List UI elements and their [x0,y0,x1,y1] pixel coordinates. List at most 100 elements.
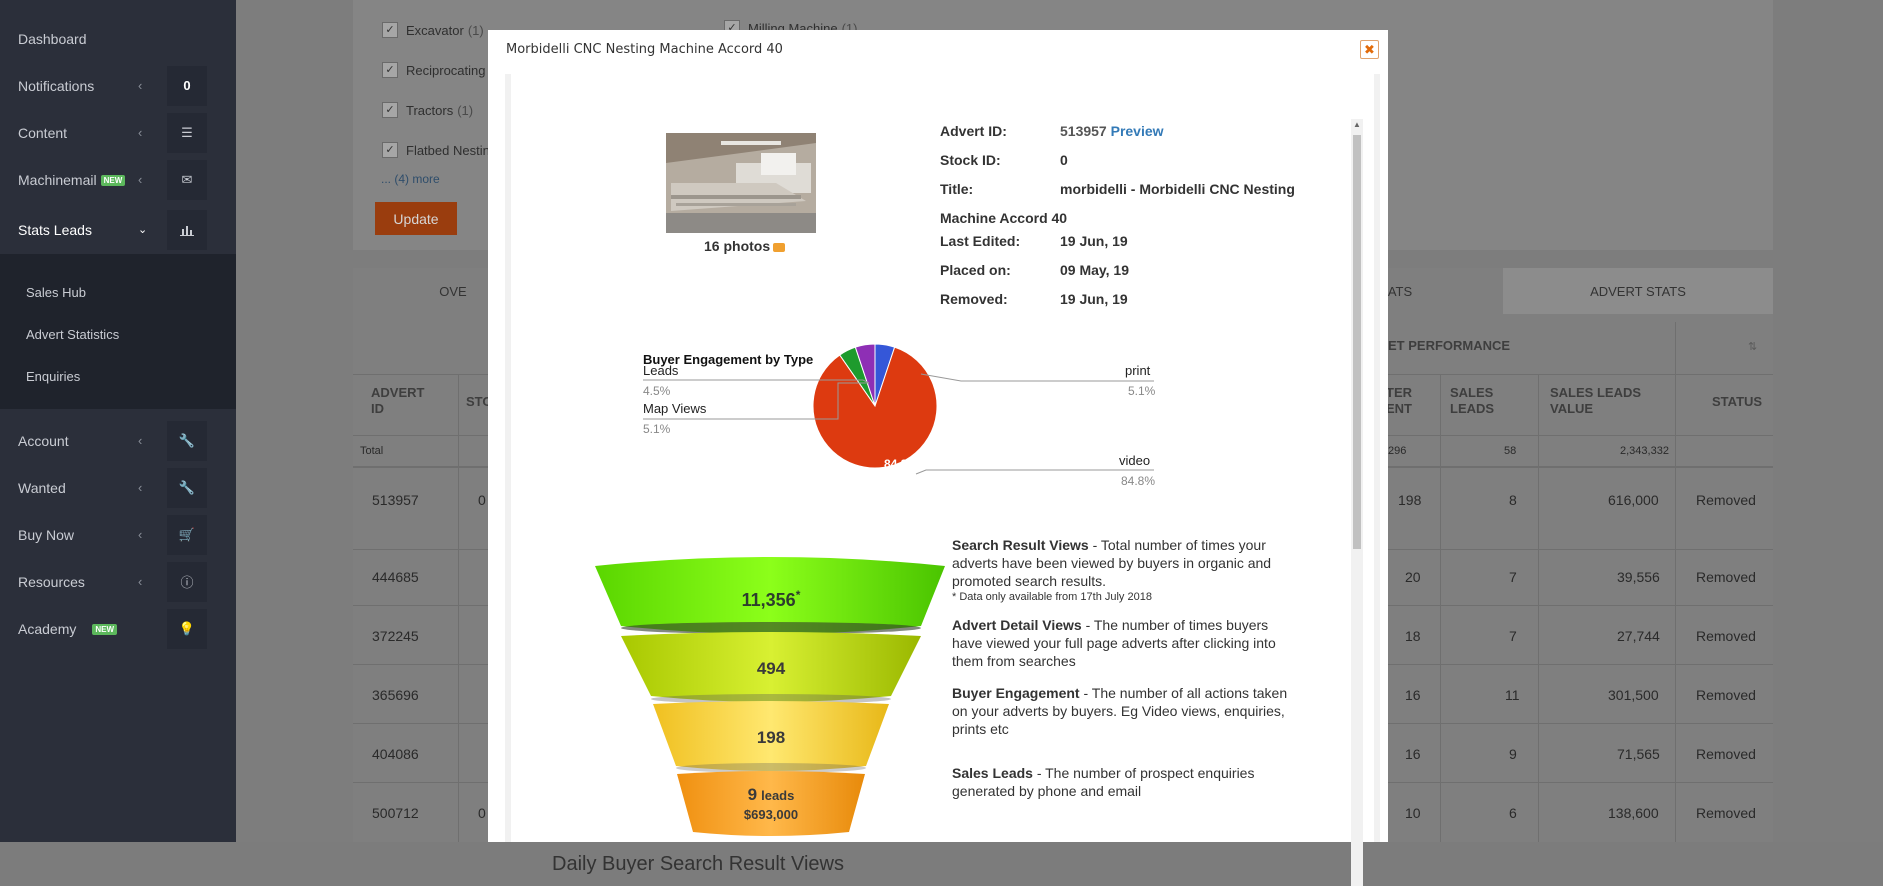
sidebar-item-label-wrap: Machinemail NEW [18,172,126,188]
cell-sales-leads: 8 [1509,492,1517,508]
filter-excavator[interactable]: ✓ Excavator (1) [382,22,484,38]
desc-search-result-views: Search Result Views - Total number of ti… [952,536,1292,590]
filter-label: Flatbed Nestin [406,142,490,158]
envelope-icon[interactable]: ✉ [167,159,207,200]
chevron-left-icon: ‹ [138,527,143,542]
chevron-left-icon: ‹ [138,125,143,140]
cell-status: Removed [1696,569,1756,585]
submenu-item-advert-statistics[interactable]: Advert Statistics [26,327,119,342]
sidebar-item-notifications[interactable]: Notifications ‹ 0 [0,62,236,109]
close-icon[interactable]: ✖ [1360,40,1379,59]
sidebar-item-label: Dashboard [18,30,87,47]
wrench-icon[interactable]: 🔧 [167,420,207,461]
cart-icon[interactable]: 🛒 [167,514,207,555]
filter-count: (1) [457,102,474,118]
sidebar-item-account[interactable]: Account ‹ 🔧 [0,417,236,464]
cell-advert-id: 513957 [372,492,419,508]
submenu-item-enquiries[interactable]: Enquiries [26,369,80,384]
desc-advert-detail-views: Advert Detail Views - The number of time… [952,616,1292,670]
sidebar-item-dashboard[interactable]: Dashboard [0,15,236,62]
sidebar-item-stats-leads[interactable]: Stats Leads ⌄ [0,206,236,253]
sidebar-item-resources[interactable]: Resources ‹ ⓘ [0,558,236,605]
cell-value: 616,000 [1608,492,1659,508]
sidebar-item-label-wrap: Academy NEW [18,620,118,637]
tab-advert-stats[interactable]: ADVERT STATS [1503,268,1773,314]
chevron-left-icon: ‹ [138,574,143,589]
sidebar-item-academy[interactable]: Academy NEW 💡 [0,605,236,652]
checkbox-checked-icon[interactable]: ✓ [382,102,398,118]
cell-ter: 10 [1405,805,1421,821]
notification-count-badge[interactable]: 0 [167,65,207,106]
data-footnote: * Data only available from 17th July 201… [952,591,1152,603]
desc-sales-leads: Sales Leads - The number of prospect enq… [952,764,1292,800]
desc-title: Search Result Views [952,537,1089,553]
column-header-sales-leads[interactable]: SALES LEADS [1450,385,1510,417]
sidebar-item-label: Academy [18,620,77,637]
chevron-left-icon: ‹ [138,480,143,495]
sidebar-item-wanted[interactable]: Wanted ‹ 🔧 [0,464,236,511]
cell-ter: 16 [1405,746,1421,762]
chevron-left-icon: ‹ [138,78,143,93]
leader-line-video [915,469,1154,475]
sort-icon[interactable]: ⇅ [1748,340,1757,353]
scroll-up-arrow-icon[interactable]: ▲ [1351,119,1363,131]
sidebar-item-machinemail[interactable]: Machinemail NEW ‹ ✉ [0,156,236,203]
cell-ter: 16 [1405,687,1421,703]
cell-value: 27,744 [1617,628,1660,644]
cell-status: Removed [1696,805,1756,821]
scrollbar-thumb[interactable] [1353,135,1361,549]
sidebar-item-buy-now[interactable]: Buy Now ‹ 🛒 [0,511,236,558]
cell-value: 71,565 [1617,746,1660,762]
filter-reciprocating[interactable]: ✓ Reciprocating [382,62,486,78]
column-header-advert-id[interactable]: ADVERT ID [371,385,441,417]
divider [1538,374,1539,842]
update-button[interactable]: Update [375,202,457,235]
sidebar-item-content[interactable]: Content ‹ ☰ [0,109,236,156]
submenu-item-sales-hub[interactable]: Sales Hub [26,285,86,300]
leader-line-print [920,373,1154,382]
wrench-icon[interactable]: 🔧 [167,467,207,508]
lightbulb-icon[interactable]: 💡 [167,608,207,649]
filter-tractors[interactable]: ✓ Tractors (1) [382,102,473,118]
filter-label: Tractors [406,102,454,118]
cell-value: 301,500 [1608,687,1659,703]
desc-buyer-engagement: Buyer Engagement - The number of all act… [952,684,1292,738]
cell-value: 138,600 [1608,805,1659,821]
funnel-leads-word: leads [761,788,794,803]
filter-flatbed[interactable]: ✓ Flatbed Nestin [382,142,490,158]
funnel-leads-count: 9 [748,785,757,804]
list-icon[interactable]: ☰ [167,112,207,153]
checkbox-checked-icon[interactable]: ✓ [382,62,398,78]
funnel-search-asterisk: * [796,588,801,602]
column-header-status[interactable]: STATUS [1712,394,1762,410]
bar-chart-icon[interactable] [167,209,207,250]
sales-funnel: 11,356* 494 198 9 leads $693,000 [595,557,945,836]
sidebar-item-label: Buy Now [18,526,75,543]
more-filters-link[interactable]: ... (4) more [381,172,440,186]
funnel-search-number: 11,356 [742,590,796,610]
filter-count: (1) [467,22,484,38]
info-icon[interactable]: ⓘ [167,561,207,602]
cell-advert-id: 404086 [372,746,419,762]
total-ter: 296 [1388,445,1407,457]
column-header-sales-leads-value[interactable]: SALES LEADS VALUE [1550,385,1650,417]
sidebar-item-label: Notifications [18,77,95,94]
divider [1675,374,1676,842]
column-header-ter[interactable]: TER ENT [1386,385,1414,417]
cell-sales-leads: 6 [1509,805,1517,821]
funnel-search-value: 11,356* [742,588,801,610]
cell-ter: 20 [1405,569,1421,585]
pie-slices [812,343,938,469]
cell-advert-id: 372245 [372,628,419,644]
cell-ter: 198 [1398,492,1422,508]
cell-value: 39,556 [1617,569,1660,585]
checkbox-checked-icon[interactable]: ✓ [382,22,398,38]
desc-title: Buyer Engagement [952,685,1080,701]
chevron-down-icon: ⌄ [138,224,148,236]
sidebar-item-label: Stats Leads [18,221,92,238]
cell-sales-leads: 9 [1509,746,1517,762]
cell-sales-leads: 7 [1509,628,1517,644]
group-header: ET PERFORMANCE [1388,338,1511,353]
cell-status: Removed [1696,746,1756,762]
checkbox-checked-icon[interactable]: ✓ [382,142,398,158]
